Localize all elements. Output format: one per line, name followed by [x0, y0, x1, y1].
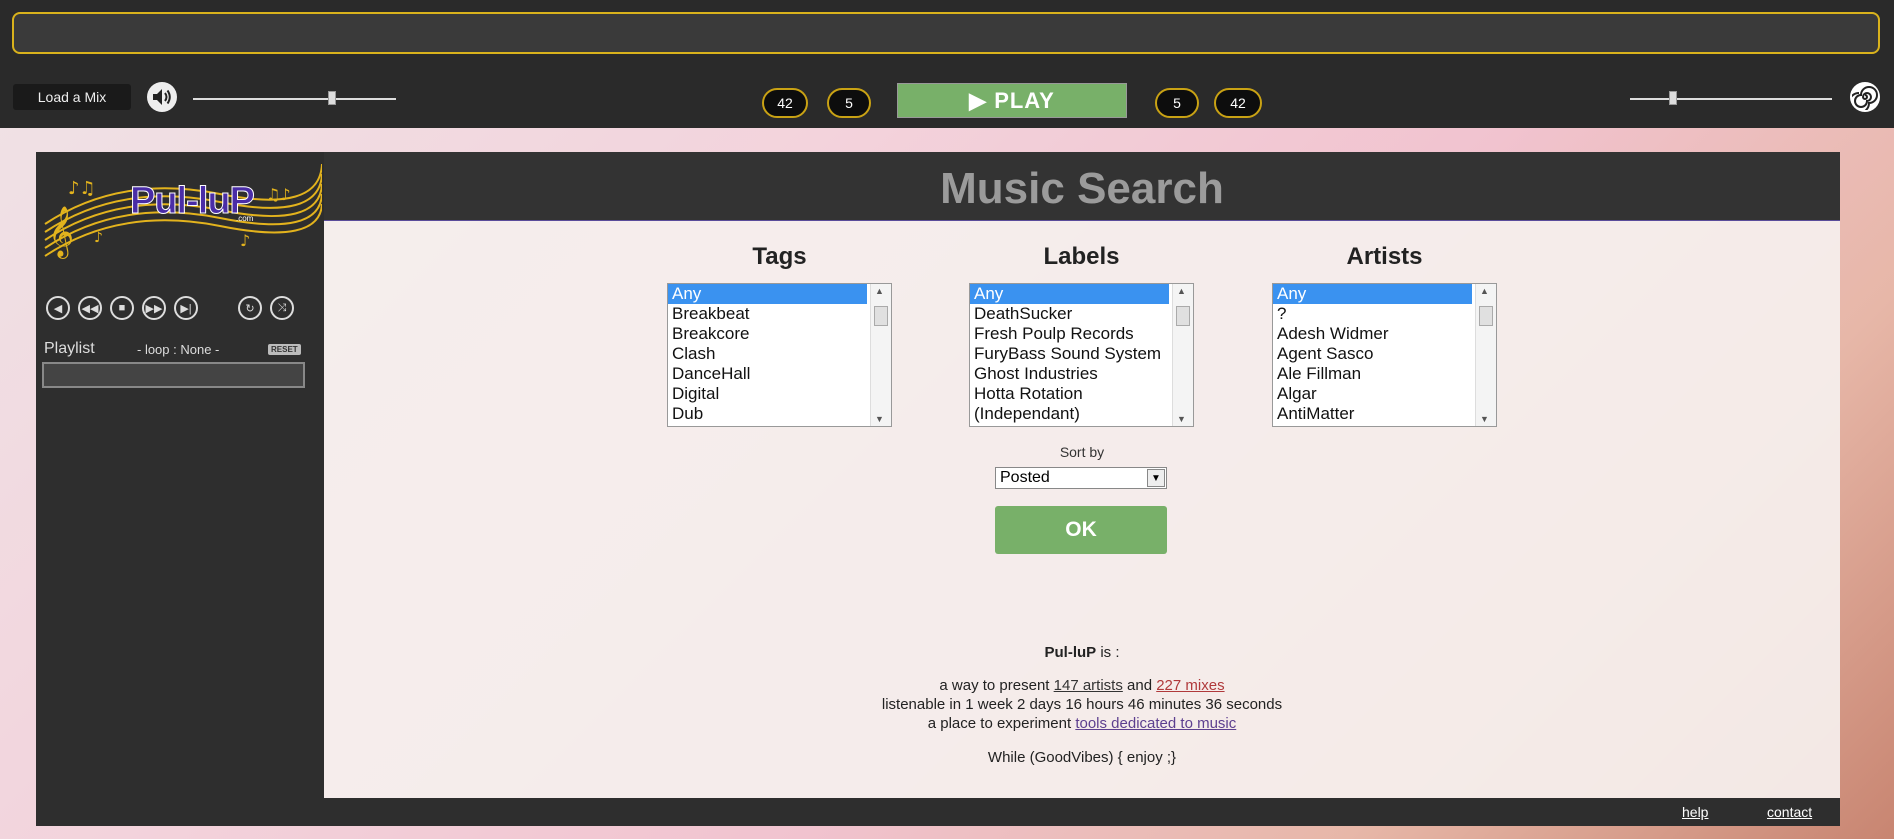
main-header: Music Search [324, 152, 1840, 221]
info-line-2: listenable in 1 week 2 days 16 hours 46 … [881, 696, 1283, 713]
left-counter-1: 42 [762, 88, 808, 118]
stop-icon[interactable]: ■ [110, 296, 134, 320]
is-text: is : [1096, 644, 1120, 661]
info-line-1: a way to present 147 artists and 227 mix… [324, 677, 1840, 694]
labels-option[interactable]: DeathSucker [970, 304, 1169, 324]
tags-option[interactable]: DanceHall [668, 364, 867, 384]
artists-option[interactable]: AntiMatter [1273, 404, 1472, 424]
labels-option[interactable]: Any [970, 284, 1169, 304]
artists-link[interactable]: 147 artists [1054, 677, 1123, 694]
rewind-icon[interactable]: ◀◀ [78, 296, 102, 320]
right-counter-1: 5 [1155, 88, 1199, 118]
volume-icon[interactable] [147, 82, 177, 112]
help-link[interactable]: help [1682, 804, 1708, 820]
tags-heading: Tags [752, 243, 807, 270]
info-line-1-text: a way to present [939, 677, 1054, 694]
player-bar: Load a Mix 42 5 ▶ PLAY 5 42 [0, 0, 1894, 128]
prev-icon[interactable]: ◀ [46, 296, 70, 320]
artists-option[interactable]: Agent Sasco [1273, 344, 1472, 364]
load-mix-button[interactable]: Load a Mix [13, 84, 131, 110]
loop-status[interactable]: - loop : None - [137, 342, 219, 357]
artists-option[interactable]: Algar [1273, 384, 1472, 404]
tags-listbox[interactable]: Any Breakbeat Breakcore Clash DanceHall Digit… [667, 283, 892, 427]
labels-listbox[interactable]: Any DeathSucker Fresh Poulp Records FuryBas… [969, 283, 1194, 427]
info-line-1-mid: and [1127, 677, 1157, 694]
site-logo[interactable]: 𝄞 ♪♫ ♫♪ ♪ ♪ Pul-luP .com [40, 154, 323, 266]
sort-value: Posted [1000, 469, 1050, 486]
main-panel: Music Search Tags Any Breakbeat Breakcore C… [324, 152, 1840, 826]
svg-text:♪: ♪ [240, 231, 250, 250]
tags-option[interactable]: Breakcore [668, 324, 867, 344]
play-button[interactable]: ▶ PLAY [897, 83, 1127, 118]
tags-option[interactable]: Clash [668, 344, 867, 364]
labels-heading: Labels [1043, 243, 1120, 270]
track-display [12, 12, 1880, 54]
info-line-4: While (GoodVibes) { enjoy ;} [987, 749, 1177, 766]
artists-option[interactable]: Ale Fillman [1273, 364, 1472, 384]
spiral-icon[interactable] [1850, 82, 1880, 112]
reset-button[interactable]: RESET [268, 344, 301, 355]
artists-heading: Artists [1346, 243, 1423, 270]
page-title: Music Search [940, 164, 1224, 213]
labels-option[interactable]: FuryBass Sound System [970, 344, 1169, 364]
info-line-3-text: a place to experiment [927, 715, 1076, 732]
labels-option[interactable]: Fresh Poulp Records [970, 324, 1169, 344]
info-line-3: a place to experiment tools dedicated to… [324, 715, 1840, 732]
tags-option[interactable]: Digital [668, 384, 867, 404]
chevron-down-icon: ▼ [1147, 469, 1165, 487]
logo-subtext: .com [236, 214, 254, 223]
brand-name: Pul-luP [1044, 644, 1097, 661]
svg-text:♫♪: ♫♪ [266, 185, 291, 204]
left-counter-2: 5 [827, 88, 871, 118]
mixes-link[interactable]: 227 mixes [1156, 677, 1224, 694]
svg-text:♪♫: ♪♫ [68, 178, 96, 199]
artists-scrollbar[interactable]: ▲ ▼ [1475, 284, 1496, 426]
labels-scrollbar[interactable]: ▲ ▼ [1172, 284, 1193, 426]
contact-link[interactable]: contact [1767, 804, 1812, 820]
tags-option[interactable]: Any [668, 284, 867, 304]
svg-text:♪: ♪ [94, 230, 103, 246]
labels-option[interactable]: Hotta Rotation [970, 384, 1169, 404]
sidebar: 𝄞 ♪♫ ♫♪ ♪ ♪ Pul-luP .com ◀ ◀◀ ■ ▶▶ ▶| ↻ … [36, 152, 324, 826]
svg-text:𝄞: 𝄞 [48, 206, 74, 259]
right-counter-2: 42 [1214, 88, 1262, 118]
tags-scrollbar[interactable]: ▲ ▼ [870, 284, 891, 426]
shuffle-icon[interactable]: ⤨ [270, 296, 294, 320]
sort-select[interactable]: Posted ▼ [995, 467, 1167, 489]
artists-option[interactable]: Adesh Widmer [1273, 324, 1472, 344]
artists-option[interactable]: ? [1273, 304, 1472, 324]
tags-option[interactable]: Breakbeat [668, 304, 867, 324]
tools-link[interactable]: tools dedicated to music [1075, 715, 1236, 732]
next-icon[interactable]: ▶| [174, 296, 198, 320]
artists-option[interactable]: Any [1273, 284, 1472, 304]
labels-option[interactable]: (Independant) [970, 404, 1169, 424]
artists-listbox[interactable]: Any? Adesh Widmer Agent Sasco Ale Fillman Al… [1272, 283, 1497, 427]
tags-option[interactable]: Dub [668, 404, 867, 424]
info-heading: Pul-luP is : [324, 644, 1840, 661]
footer: help contact [324, 798, 1840, 826]
labels-option[interactable]: Ghost Industries [970, 364, 1169, 384]
forward-icon[interactable]: ▶▶ [142, 296, 166, 320]
repeat-icon[interactable]: ↻ [238, 296, 262, 320]
playlist-label: Playlist [44, 340, 95, 357]
playlist-box[interactable] [42, 362, 305, 388]
ok-button[interactable]: OK [995, 506, 1167, 554]
sort-label: Sort by [1059, 444, 1105, 460]
